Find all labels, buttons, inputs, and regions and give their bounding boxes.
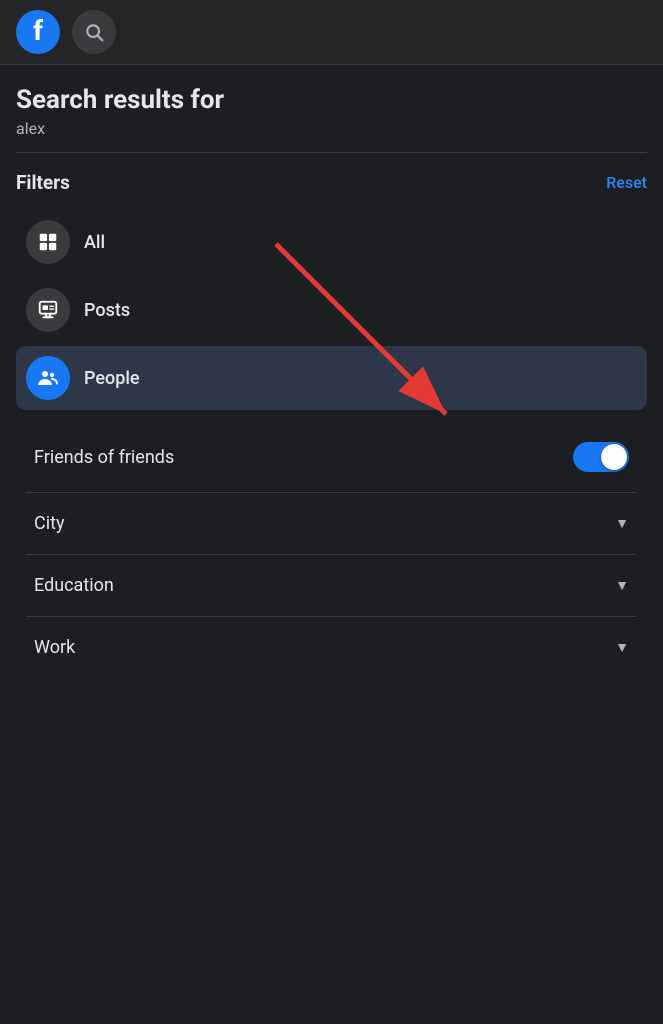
filters-title: Filters: [16, 171, 70, 194]
city-label: City: [34, 513, 65, 534]
facebook-logo: f: [16, 10, 60, 54]
filter-item-posts[interactable]: Posts: [16, 278, 647, 342]
posts-filter-label: Posts: [84, 300, 130, 321]
city-chevron-icon: ▼: [615, 515, 629, 532]
education-row[interactable]: Education ▼: [26, 555, 637, 617]
reset-button[interactable]: Reset: [606, 173, 647, 192]
people-filter-label: People: [84, 368, 140, 389]
sub-filters-section: Friends of friends City ▼ Education ▼ Wo…: [16, 414, 647, 678]
search-button[interactable]: [72, 10, 116, 54]
posts-icon: [37, 299, 59, 321]
search-query-text: alex: [16, 119, 647, 138]
filters-header: Filters Reset: [16, 171, 647, 194]
friends-of-friends-toggle[interactable]: [573, 442, 629, 472]
posts-icon-circle: [26, 288, 70, 332]
main-content: Search results for alex Filters Reset Al…: [0, 65, 663, 678]
search-results-title: Search results for: [16, 85, 647, 115]
search-icon: [84, 22, 104, 42]
city-row[interactable]: City ▼: [26, 493, 637, 555]
work-label: Work: [34, 637, 75, 658]
toggle-thumb: [601, 444, 627, 470]
title-divider: [16, 152, 647, 153]
all-icon: [37, 231, 59, 253]
friends-of-friends-row[interactable]: Friends of friends: [26, 422, 637, 493]
people-icon: [36, 366, 60, 390]
filter-item-people[interactable]: People: [16, 346, 647, 410]
all-filter-label: All: [84, 232, 105, 253]
all-icon-circle: [26, 220, 70, 264]
toggle-track: [573, 442, 629, 472]
work-chevron-icon: ▼: [615, 639, 629, 656]
filter-item-all[interactable]: All: [16, 210, 647, 274]
education-label: Education: [34, 575, 114, 596]
friends-of-friends-label: Friends of friends: [34, 447, 174, 468]
work-row[interactable]: Work ▼: [26, 617, 637, 678]
education-chevron-icon: ▼: [615, 577, 629, 594]
app-header: f: [0, 0, 663, 65]
people-icon-circle: [26, 356, 70, 400]
